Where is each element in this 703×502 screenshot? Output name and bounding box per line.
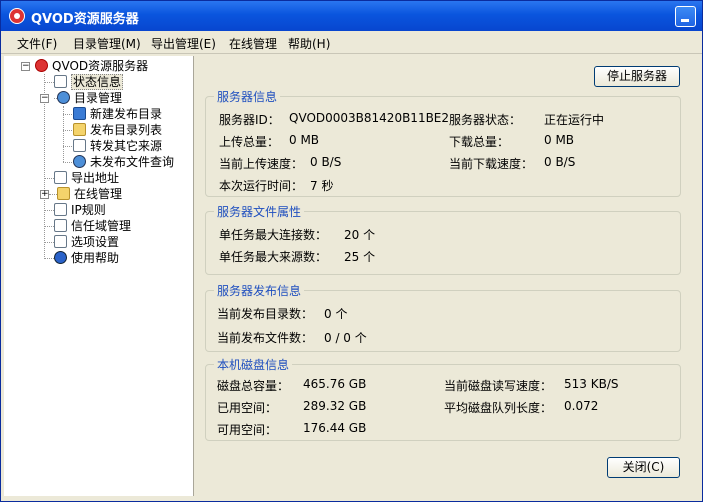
nav-tree: − QVOD资源服务器 状态信息 − 目录管理 新建发布目录 发布目录列表 转发… xyxy=(4,56,194,496)
directory-management-icon xyxy=(57,91,70,104)
tree-item-help[interactable]: 使用帮助 xyxy=(54,250,119,266)
disk-info-group: 本机磁盘信息 磁盘总容量： 465.76 GB 当前磁盘读写速度： 513 KB… xyxy=(205,356,681,441)
tree-item-directory-management[interactable]: 目录管理 xyxy=(57,90,122,106)
tree-item-export-address[interactable]: 导出地址 xyxy=(54,170,119,186)
options-icon xyxy=(54,235,67,248)
directory-collapse-toggle[interactable]: − xyxy=(40,94,49,103)
max-connections-label: 单任务最大连接数： xyxy=(219,228,328,242)
online-expand-toggle[interactable]: + xyxy=(40,190,49,199)
download-speed-value: 0 B/S xyxy=(544,155,576,169)
max-sources-value: 25 个 xyxy=(344,250,376,264)
folder-icon xyxy=(73,123,86,136)
disk-used-label: 已用空间： xyxy=(217,401,278,415)
status-info-icon xyxy=(54,75,67,88)
online-icon xyxy=(57,187,70,200)
publish-dir-count-label: 当前发布目录数： xyxy=(217,307,314,321)
upload-total-value: 0 MB xyxy=(289,133,320,147)
minimize-button[interactable] xyxy=(675,6,696,27)
disk-total-value: 465.76 GB xyxy=(303,377,367,391)
publish-dir-count-value: 0 个 xyxy=(324,307,348,321)
menu-online[interactable]: 在线管理 xyxy=(229,35,277,52)
upload-speed-value: 0 B/S xyxy=(310,155,342,169)
download-total-value: 0 MB xyxy=(544,133,575,147)
download-total-label: 下载总量： xyxy=(449,135,510,149)
tree-item-trust-domain[interactable]: 信任域管理 xyxy=(54,218,131,234)
forward-icon xyxy=(73,139,86,152)
export-icon xyxy=(54,171,67,184)
root-collapse-toggle[interactable]: − xyxy=(21,62,30,71)
max-sources-label: 单任务最大来源数： xyxy=(219,250,328,264)
max-connections-value: 20 个 xyxy=(344,228,376,242)
disk-free-label: 可用空间： xyxy=(217,423,278,437)
server-status-value: 正在运行中 xyxy=(544,113,605,127)
ip-icon xyxy=(54,203,67,216)
window-title: QVOD资源服务器 xyxy=(31,12,139,27)
tree-item-options[interactable]: 选项设置 xyxy=(54,234,119,250)
app-icon xyxy=(9,8,25,24)
new-folder-icon xyxy=(73,107,86,120)
runtime-value: 7 秒 xyxy=(310,179,334,193)
menu-help[interactable]: 帮助(H) xyxy=(288,35,330,52)
tree-item-status[interactable]: 状态信息 xyxy=(54,74,124,90)
server-id-value: QVOD0003B81420B11BE2 xyxy=(289,111,450,125)
server-info-group: 服务器信息 服务器ID： QVOD0003B81420B11BE2 服务器状态：… xyxy=(205,88,681,197)
file-properties-title: 服务器文件属性 xyxy=(214,203,305,220)
publish-file-count-value: 0 / 0 个 xyxy=(324,331,367,345)
tree-item-ip-rules[interactable]: IP规则 xyxy=(54,202,106,218)
trust-icon xyxy=(54,219,67,232)
server-icon xyxy=(35,59,48,72)
menu-export[interactable]: 导出管理(E) xyxy=(151,35,216,52)
tree-item-forward-sources[interactable]: 转发其它来源 xyxy=(73,138,162,154)
main-window: QVOD资源服务器 文件(F) 目录管理(M) 导出管理(E) 在线管理 帮助(… xyxy=(0,0,703,502)
close-button[interactable]: 关闭(C) xyxy=(607,457,680,478)
server-id-label: 服务器ID： xyxy=(219,113,280,127)
menu-file[interactable]: 文件(F) xyxy=(17,35,57,52)
menu-directory[interactable]: 目录管理(M) xyxy=(73,35,141,52)
publish-file-count-label: 当前发布文件数： xyxy=(217,331,314,345)
disk-queue-value: 0.072 xyxy=(564,399,599,413)
menu-bar: 文件(F) 目录管理(M) 导出管理(E) 在线管理 帮助(H) xyxy=(1,31,702,54)
tree-item-unpublished-query[interactable]: 未发布文件查询 xyxy=(73,154,174,170)
tree-root[interactable]: QVOD资源服务器 xyxy=(35,58,148,74)
runtime-label: 本次运行时间： xyxy=(219,179,304,193)
publish-info-title: 服务器发布信息 xyxy=(214,282,305,299)
server-status-label: 服务器状态： xyxy=(449,113,522,127)
title-bar[interactable]: QVOD资源服务器 xyxy=(1,1,702,31)
disk-info-title: 本机磁盘信息 xyxy=(214,356,293,373)
tree-item-new-publish-dir[interactable]: 新建发布目录 xyxy=(73,106,162,122)
publish-info-group: 服务器发布信息 当前发布目录数： 0 个 当前发布文件数： 0 / 0 个 xyxy=(205,282,681,352)
main-panel: 停止服务器 服务器信息 服务器ID： QVOD0003B81420B11BE2 … xyxy=(195,56,701,499)
download-speed-label: 当前下载速度： xyxy=(449,157,534,171)
tree-item-publish-dir-list[interactable]: 发布目录列表 xyxy=(73,122,162,138)
help-icon xyxy=(54,251,67,264)
disk-rw-speed-value: 513 KB/S xyxy=(564,377,619,391)
disk-free-value: 176.44 GB xyxy=(303,421,367,435)
file-properties-group: 服务器文件属性 单任务最大连接数： 20 个 单任务最大来源数： 25 个 xyxy=(205,203,681,275)
search-file-icon xyxy=(73,155,86,168)
upload-speed-label: 当前上传速度： xyxy=(219,157,304,171)
stop-server-button[interactable]: 停止服务器 xyxy=(594,66,680,87)
disk-queue-label: 平均磁盘队列长度： xyxy=(444,401,553,415)
disk-used-value: 289.32 GB xyxy=(303,399,367,413)
disk-rw-speed-label: 当前磁盘读写速度： xyxy=(444,379,553,393)
upload-total-label: 上传总量： xyxy=(219,135,280,149)
disk-total-label: 磁盘总容量： xyxy=(217,379,290,393)
tree-item-online-management[interactable]: 在线管理 xyxy=(57,186,122,202)
server-info-title: 服务器信息 xyxy=(214,88,281,105)
